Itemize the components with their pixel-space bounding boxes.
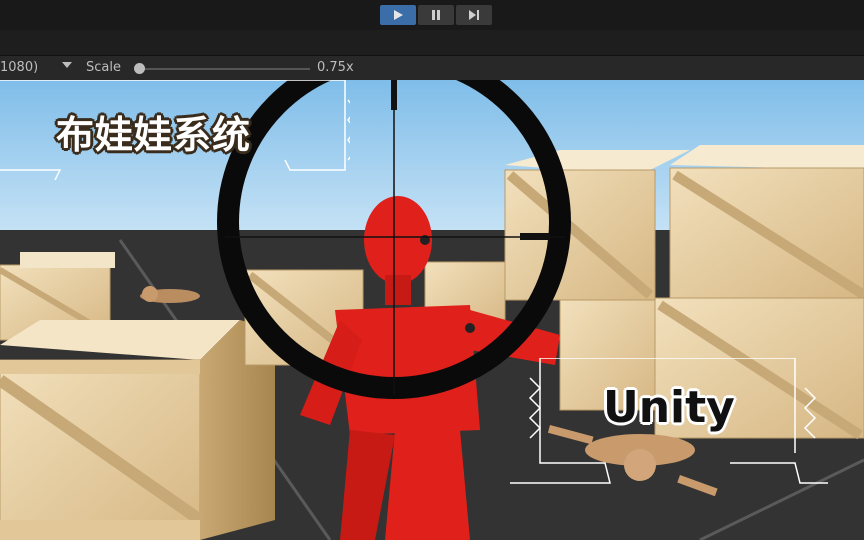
play-button[interactable] [380, 5, 416, 25]
overlay-title: 布娃娃系统 [56, 113, 252, 157]
dropdown-arrow-icon[interactable] [62, 62, 72, 68]
editor-toolbar [0, 0, 864, 30]
step-icon [469, 10, 479, 20]
game-view[interactable]: 布娃娃系统 Unity [0, 80, 864, 540]
resolution-dropdown[interactable]: 1080) [0, 60, 38, 75]
game-view-toolbar: 1080) Scale 0.75x [0, 55, 864, 82]
overlay-tag: Unity [603, 382, 735, 433]
scale-slider-handle[interactable] [134, 63, 145, 74]
playmode-controls [380, 5, 492, 25]
play-icon [394, 10, 403, 20]
step-button[interactable] [456, 5, 492, 25]
scale-slider-track[interactable] [140, 68, 310, 70]
pause-icon [432, 10, 440, 20]
scale-value: 0.75x [317, 60, 354, 75]
scale-label: Scale [86, 60, 121, 75]
pause-button[interactable] [418, 5, 454, 25]
